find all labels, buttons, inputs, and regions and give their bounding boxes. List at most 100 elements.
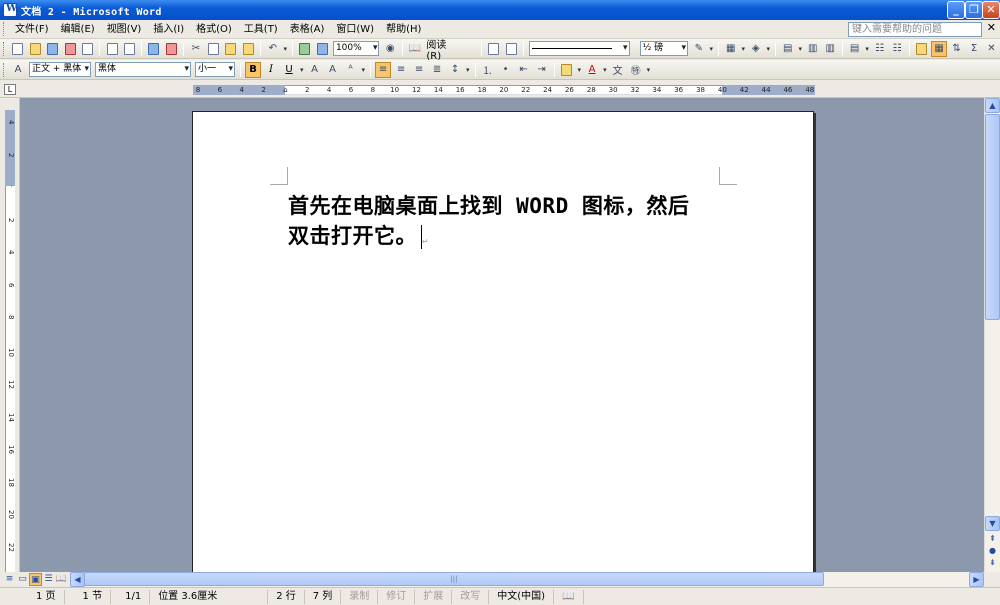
italic-button[interactable]: I xyxy=(263,62,279,78)
scroll-down-button[interactable]: ▼ xyxy=(985,516,1000,531)
insert-table-icon[interactable]: ▤ xyxy=(780,41,795,57)
line-color-dropdown-icon[interactable]: ▾ xyxy=(710,45,714,53)
close-document-icon[interactable]: ✕ xyxy=(987,21,996,34)
edit-icon[interactable] xyxy=(486,41,501,57)
align-justify-icon[interactable]: ≡ xyxy=(375,61,392,78)
line-spacing-dropdown-icon[interactable]: ▾ xyxy=(466,66,470,74)
read-icon[interactable]: 📖 xyxy=(407,41,422,57)
menu-view[interactable]: 视图(V) xyxy=(101,21,148,38)
line-color-icon[interactable]: ✎ xyxy=(691,41,706,57)
hyperlink-icon[interactable] xyxy=(297,41,312,57)
help-icon[interactable]: ◉ xyxy=(382,41,397,57)
menu-insert[interactable]: 插入(I) xyxy=(147,21,190,38)
text-line-2[interactable]: 双击打开它。 ↵ xyxy=(288,221,728,256)
tab-selector-icon[interactable]: L xyxy=(4,84,16,95)
char-shading-icon[interactable]: A xyxy=(325,62,341,78)
status-language[interactable]: 中文(中国) xyxy=(489,589,555,604)
reading-view-icon[interactable]: 📖 xyxy=(55,573,68,586)
print-preview-icon[interactable] xyxy=(122,41,137,57)
menu-tools[interactable]: 工具(T) xyxy=(238,21,284,38)
merge-cells-icon[interactable]: ▥ xyxy=(805,41,820,57)
edit-picture-icon[interactable] xyxy=(503,41,518,57)
font-size-select[interactable]: 小一 xyxy=(195,62,235,77)
text-line-2-content[interactable]: 双击打开它。 xyxy=(288,224,417,248)
line-spacing-icon[interactable]: ↕ xyxy=(447,62,463,78)
save-icon[interactable] xyxy=(45,41,60,57)
new-document-icon[interactable] xyxy=(10,41,25,57)
scroll-right-button[interactable]: ▶ xyxy=(969,572,984,587)
numbering-icon[interactable]: ⒈ xyxy=(480,62,496,78)
borders-dropdown-icon[interactable]: ▾ xyxy=(741,45,745,53)
highlight-icon[interactable] xyxy=(559,62,575,78)
scroll-left-button[interactable]: ◀ xyxy=(70,572,85,587)
align-cell-icon[interactable]: ▤ xyxy=(847,41,862,57)
font-select[interactable]: 黑体 xyxy=(95,62,191,77)
text-line-1[interactable]: 首先在电脑桌面上找到 WORD 图标，然后 xyxy=(288,191,728,221)
menu-window[interactable]: 窗口(W) xyxy=(330,21,380,38)
menu-edit[interactable]: 编辑(E) xyxy=(55,21,101,38)
toolbar-grip[interactable] xyxy=(3,41,6,56)
shading-dropdown-icon[interactable]: ▾ xyxy=(766,45,770,53)
restore-button[interactable]: ❐ xyxy=(965,1,983,19)
font-color-dropdown-icon[interactable]: ▾ xyxy=(603,66,607,74)
align-center-icon[interactable]: ≡ xyxy=(393,62,409,78)
status-ext[interactable]: 扩展 xyxy=(415,589,453,604)
close-button[interactable]: ✕ xyxy=(982,1,1000,19)
enclose-chars-icon[interactable]: ㊕ xyxy=(628,62,644,78)
undo-icon[interactable]: ↶ xyxy=(265,41,280,57)
toolbar-options-icon[interactable]: ▾ xyxy=(647,66,651,74)
sort-icon[interactable]: ⇅ xyxy=(949,41,964,57)
read-button[interactable]: 阅读(R) xyxy=(423,36,463,62)
spelling-status-icon[interactable]: 📖 xyxy=(554,589,584,604)
print-view-icon[interactable]: ▣ xyxy=(29,573,42,586)
insert-table-dropdown-icon[interactable]: ▾ xyxy=(798,45,802,53)
show-gridlines-icon[interactable]: ▦ xyxy=(931,40,947,57)
horizontal-scrollbar[interactable]: ◀ ||| ▶ xyxy=(70,572,984,587)
research-icon[interactable] xyxy=(164,41,179,57)
decrease-indent-icon[interactable]: ⇤ xyxy=(516,62,532,78)
styles-icon[interactable]: A xyxy=(10,62,26,78)
menu-grip[interactable] xyxy=(3,22,6,36)
copy-icon[interactable] xyxy=(206,41,221,57)
status-rec[interactable]: 录制 xyxy=(341,589,379,604)
horizontal-scroll-thumb[interactable]: ||| xyxy=(84,572,824,586)
distribute-rows-icon[interactable]: ☷ xyxy=(872,41,887,57)
web-view-icon[interactable]: ▭ xyxy=(16,573,29,586)
phonetic-guide-icon[interactable]: 文 xyxy=(610,62,626,78)
underline-button[interactable]: U xyxy=(281,62,297,78)
borders-icon[interactable]: ▦ xyxy=(723,41,738,57)
scroll-up-button[interactable]: ▲ xyxy=(985,98,1000,113)
toolbar-close-icon[interactable]: ✕ xyxy=(984,41,999,57)
outline-view-icon[interactable]: ☰ xyxy=(42,573,55,586)
format-painter-icon[interactable] xyxy=(241,41,256,57)
zoom-select[interactable]: 100% xyxy=(332,41,380,56)
open-folder-icon[interactable] xyxy=(27,41,42,57)
document-body[interactable]: 首先在电脑桌面上找到 WORD 图标，然后 双击打开它。 ↵ xyxy=(288,191,728,256)
document-area[interactable]: 首先在电脑桌面上找到 WORD 图标，然后 双击打开它。 ↵ xyxy=(20,98,984,572)
print-icon[interactable] xyxy=(104,41,119,57)
next-page-icon[interactable]: ⇟ xyxy=(985,556,1000,571)
horizontal-ruler[interactable]: L 8 6 4 2 ⌂ 2 4 6 8 10 12 14 16 18 20 22 24 26 28 30 32 34 36 3… xyxy=(0,81,1000,98)
font-color-icon[interactable]: A xyxy=(584,62,600,78)
increase-indent-icon[interactable]: ⇥ xyxy=(534,62,550,78)
char-border-icon[interactable]: A xyxy=(307,62,323,78)
menu-table[interactable]: 表格(A) xyxy=(284,21,331,38)
char-scaling-dropdown-icon[interactable]: ▾ xyxy=(362,66,366,74)
vertical-ruler[interactable]: 4 2 · 2 4 6 8 10 12 14 16 18 20 22 xyxy=(0,98,20,572)
document-page[interactable]: 首先在电脑桌面上找到 WORD 图标，然后 双击打开它。 ↵ xyxy=(192,111,814,572)
menu-help[interactable]: 帮助(H) xyxy=(380,21,427,38)
menu-file[interactable]: 文件(F) xyxy=(9,21,55,38)
cut-icon[interactable]: ✂ xyxy=(188,41,203,57)
underline-dropdown-icon[interactable]: ▾ xyxy=(300,66,304,74)
bold-button[interactable]: B xyxy=(245,61,261,78)
undo-dropdown-icon[interactable]: ▾ xyxy=(284,45,288,53)
autosum-icon[interactable]: Σ xyxy=(966,41,981,57)
title-bar[interactable]: 文档 2 - Microsoft Word _ ❐ ✕ xyxy=(0,0,1000,20)
status-trk[interactable]: 修订 xyxy=(378,589,416,604)
highlight-dropdown-icon[interactable]: ▾ xyxy=(578,66,582,74)
style-select[interactable]: 正文 + 黑体 xyxy=(29,62,91,77)
align-cell-dropdown-icon[interactable]: ▾ xyxy=(865,45,869,53)
menu-format[interactable]: 格式(O) xyxy=(190,21,238,38)
line-weight-select[interactable]: ½ 磅 xyxy=(639,41,689,56)
table-autoformat-icon[interactable] xyxy=(914,41,929,57)
